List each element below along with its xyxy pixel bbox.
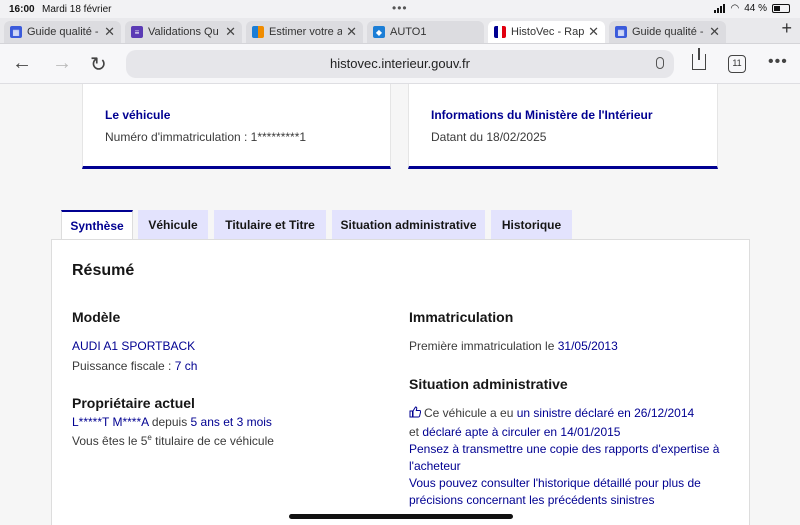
tab-titulaire-titre[interactable]: Titulaire et Titre: [214, 210, 326, 240]
puissance-fiscale: Puissance fiscale : 7 ch: [72, 359, 197, 373]
tab-title: AUTO1: [390, 26, 427, 38]
browser-tab-3[interactable]: ◆ AUTO1: [367, 21, 484, 43]
browser-tab-2[interactable]: Estimer votre a ✕: [246, 21, 363, 43]
tab-title: Guide qualité -: [632, 26, 704, 38]
owner-line: L*****T M****A depuis 5 ans et 3 mois: [72, 415, 272, 429]
tab-historique[interactable]: Historique: [491, 210, 572, 240]
cellular-signal-icon: [714, 4, 726, 13]
sinistre-line: Ce véhicule a eu un sinistre déclaré en …: [409, 406, 694, 420]
battery-icon: [772, 4, 790, 13]
card-ministry: Informations du Ministère de l'Intérieur…: [408, 84, 718, 169]
new-tab-icon[interactable]: +: [781, 18, 792, 39]
resume-title: Résumé: [72, 262, 135, 279]
puissance-value: 7 ch: [174, 359, 198, 373]
owner-name: L*****T M****A: [72, 415, 149, 429]
owner-since-value: 5 ans et 3 mois: [190, 415, 272, 429]
microphone-icon[interactable]: [656, 57, 664, 69]
historique-line-1[interactable]: Vous pouvez consulter l'historique détai…: [409, 476, 701, 490]
historique-line-2[interactable]: précisions concernant les précédents sin…: [409, 493, 654, 507]
reload-icon[interactable]: ↻: [90, 52, 107, 77]
close-tab-icon[interactable]: ✕: [709, 24, 720, 40]
tab-favicon-icon: [252, 26, 264, 38]
puissance-label: Puissance fiscale :: [72, 359, 175, 373]
tab-favicon-icon: [494, 26, 506, 38]
home-indicator[interactable]: [289, 514, 513, 519]
first-registration: Première immatriculation le 31/05/2013: [409, 339, 618, 353]
tab-vehicule[interactable]: Véhicule: [138, 210, 208, 240]
browser-tab-5[interactable]: ▦ Guide qualité - ✕: [609, 21, 726, 43]
tab-title: Validations Qu: [148, 26, 219, 38]
first-registration-label: Première immatriculation le: [409, 339, 558, 353]
back-arrow-icon[interactable]: ←: [12, 52, 32, 75]
tab-favicon-icon: ◆: [373, 26, 385, 38]
tab-overview-button[interactable]: 11: [728, 55, 746, 73]
card-vehicle: Le véhicule Numéro d'immatriculation : 1…: [82, 84, 391, 169]
apte-link[interactable]: déclaré apte à circuler en 14/01/2015: [422, 425, 620, 439]
card-vehicle-plate: Numéro d'immatriculation : 1*********1: [105, 130, 307, 144]
tab-favicon-icon: ▦: [615, 26, 627, 38]
browser-tab-bar: ▦ Guide qualité - ✕ ≡ Validations Qu ✕ E…: [0, 18, 800, 44]
browser-tab-1[interactable]: ≡ Validations Qu ✕: [125, 21, 242, 43]
owner-heading: Propriétaire actuel: [72, 395, 195, 411]
synthese-panel: Résumé Modèle AUDI A1 SPORTBACK Puissanc…: [51, 239, 750, 525]
close-tab-icon[interactable]: ✕: [225, 24, 236, 40]
tab-title: Estimer votre a: [269, 26, 343, 38]
thumbs-up-icon: [409, 406, 421, 418]
owner-since-label: depuis: [148, 415, 191, 429]
browser-tab-4-active[interactable]: HistoVec - Rap ✕: [488, 21, 605, 43]
close-tab-icon[interactable]: ✕: [588, 24, 599, 40]
tab-title: HistoVec - Rap: [511, 26, 585, 38]
rapports-line-2[interactable]: l'acheteur: [409, 459, 461, 473]
apte-prefix: et: [409, 425, 423, 439]
owner-rank: Vous êtes le 5e titulaire de ce véhicule: [72, 433, 274, 448]
browser-toolbar: ← → ↻ histovec.interieur.gouv.fr 11 •••: [0, 44, 800, 84]
url-text: histovec.interieur.gouv.fr: [330, 56, 470, 71]
battery-percent: 44 %: [744, 3, 767, 14]
sinistre-link[interactable]: un sinistre déclaré en 26/12/2014: [517, 406, 694, 420]
model-name: AUDI A1 SPORTBACK: [72, 339, 196, 353]
tab-favicon-icon: ≡: [131, 26, 143, 38]
multitasking-dots-icon[interactable]: •••: [392, 1, 408, 15]
model-heading: Modèle: [72, 309, 121, 325]
address-bar[interactable]: histovec.interieur.gouv.fr: [126, 50, 674, 78]
tab-situation-administrative[interactable]: Situation administrative: [332, 210, 485, 240]
more-options-icon[interactable]: •••: [768, 53, 788, 71]
sinistre-prefix: Ce véhicule a eu: [424, 406, 517, 420]
share-icon[interactable]: [692, 48, 706, 70]
owner-rank-suffix: titulaire de ce véhicule: [151, 434, 274, 448]
clock: 16:00: [9, 4, 35, 15]
status-bar: 16:00 Mardi 18 février ••• ◠ 44 %: [0, 0, 800, 18]
browser-tab-0[interactable]: ▦ Guide qualité - ✕: [4, 21, 121, 43]
tab-synthese[interactable]: Synthèse: [61, 210, 133, 242]
owner-rank-prefix: Vous êtes le 5: [72, 434, 148, 448]
card-vehicle-title: Le véhicule: [105, 108, 171, 122]
card-ministry-title: Informations du Ministère de l'Intérieur: [431, 108, 653, 122]
close-tab-icon[interactable]: ✕: [346, 24, 357, 40]
wifi-icon: ◠: [730, 3, 740, 14]
card-ministry-date: Datant du 18/02/2025: [431, 130, 547, 144]
situation-heading: Situation administrative: [409, 376, 568, 392]
rapports-line-1[interactable]: Pensez à transmettre une copie des rappo…: [409, 442, 719, 456]
first-registration-date: 31/05/2013: [557, 339, 618, 353]
tab-title: Guide qualité -: [27, 26, 99, 38]
forward-arrow-icon[interactable]: →: [52, 52, 72, 75]
status-indicators: ◠ 44 %: [714, 3, 790, 14]
date: Mardi 18 février: [42, 4, 112, 15]
immat-heading: Immatriculation: [409, 309, 514, 325]
tab-favicon-icon: ▦: [10, 26, 22, 38]
apte-line: et déclaré apte à circuler en 14/01/2015: [409, 425, 620, 439]
close-tab-icon[interactable]: ✕: [104, 24, 115, 40]
web-page: Le véhicule Numéro d'immatriculation : 1…: [0, 84, 800, 525]
